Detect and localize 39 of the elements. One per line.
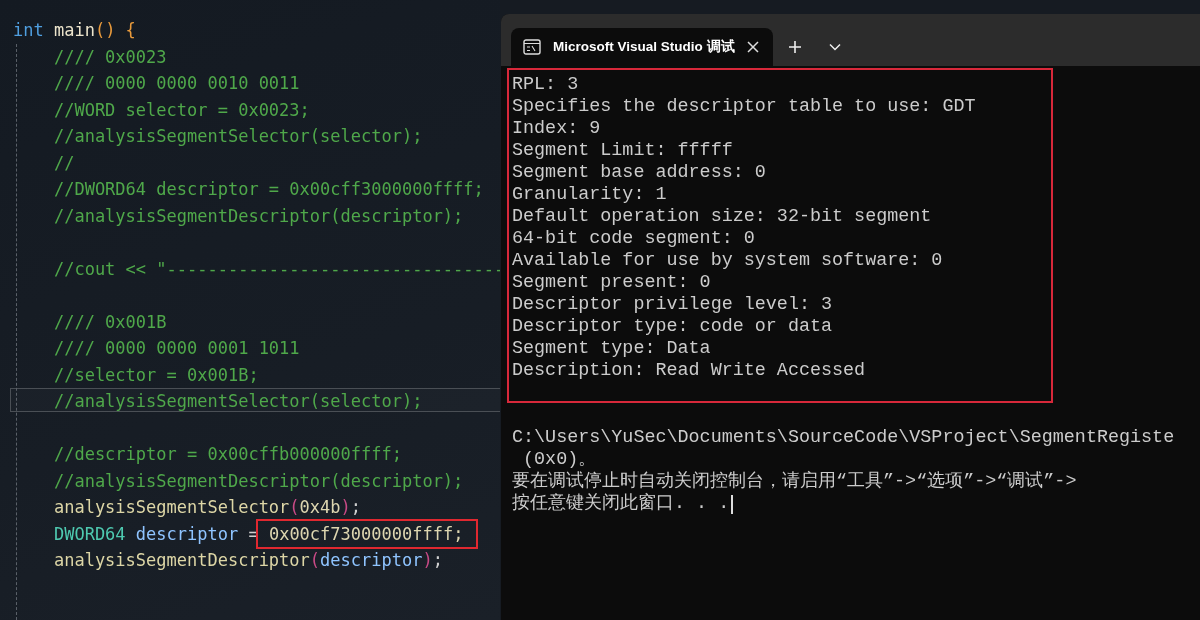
code-line: //WORD selector = 0x0023; (52, 98, 311, 121)
terminal-icon (523, 39, 541, 55)
console-line: Segment Limit: fffff (512, 140, 733, 162)
console-line: 按任意键关闭此窗口. . . (512, 493, 730, 515)
console-line: Segment present: 0 (512, 272, 711, 294)
code-line: //analysisSegmentDescriptor(descriptor); (52, 204, 465, 227)
plus-icon[interactable] (787, 40, 802, 54)
code-line: //selector = 0x001B; (52, 363, 260, 386)
tab-title: Microsoft Visual Studio 调试 (553, 38, 735, 56)
console-line: Specifies the descriptor table to use: GDT (512, 96, 976, 118)
console-line: 要在调试停止时自动关闭控制台，请启用“工具”->“选项”->“调试”-> (512, 471, 1077, 493)
code-line: //analysisSegmentSelector(selector); (52, 125, 424, 147)
code-line: //// 0000 0000 0010 0011 (52, 72, 301, 94)
console-line: Segment type: Data (512, 338, 711, 360)
code-line: //DWORD64 descriptor = 0x00cff3000000ffff; (52, 178, 485, 200)
console-line: Description: Read Write Accessed (512, 360, 866, 382)
chevron-down-icon[interactable] (828, 43, 841, 51)
code-line: analysisSegmentDescriptor(descriptor); (52, 549, 444, 571)
code-line: //// 0000 0000 0001 1011 (52, 337, 301, 359)
code-line: //// 0x0023 (52, 45, 168, 68)
code-line: //// 0x001B (52, 310, 168, 333)
console-line: Descriptor privilege level: 3 (512, 294, 833, 316)
console-line: Default operation size: 32-bit segment (512, 206, 932, 228)
close-icon[interactable] (746, 41, 759, 53)
code-line: //analysisSegmentDescriptor(descriptor); (52, 469, 465, 492)
code-line: //descriptor = 0x00cffb000000ffff; (52, 443, 403, 465)
console-line: Descriptor type: code or data (512, 316, 833, 338)
console-line: (0x0)。 (522, 449, 597, 471)
console-line: C:\Users\YuSec\Documents\SourceCode\VSProject\SegmentRegiste (512, 427, 1175, 449)
console-line: 64-bit code segment: 0 (512, 228, 755, 250)
console-tab[interactable]: Microsoft Visual Studio 调试 (511, 28, 773, 66)
code-line: analysisSegmentSelector(0x4b); (52, 496, 363, 518)
console-line: Index: 9 (512, 118, 601, 140)
console-line: Granularity: 1 (512, 184, 667, 206)
code-line: // (52, 151, 76, 174)
console-line: RPL: 3 (512, 74, 579, 96)
console-line: Segment base address: 0 (512, 162, 766, 184)
code-line: int main() { (12, 19, 137, 41)
console-line: Available for use by system software: 0 (512, 250, 943, 272)
